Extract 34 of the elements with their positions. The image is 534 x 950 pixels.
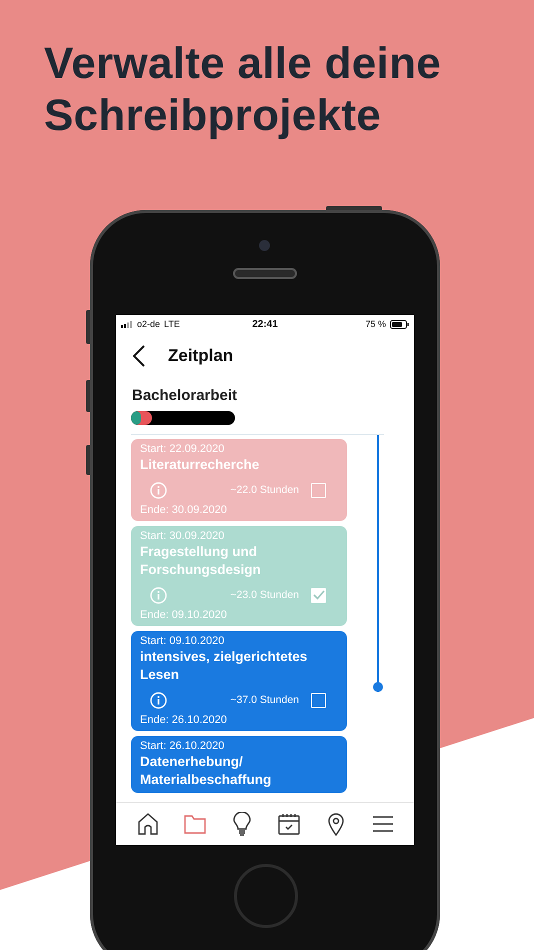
- hours-estimate: ~22.0 Stunden: [230, 484, 299, 496]
- start-date: Start: 09.10.2020: [140, 635, 224, 648]
- camera-icon: [259, 240, 270, 251]
- task-title: Datenerhebung/ Materialbeschaffung: [140, 753, 272, 789]
- screen-title: Zeitplan: [168, 346, 234, 366]
- carrier-label: o2-de: [137, 319, 160, 329]
- task-card[interactable]: Start: 09.10.2020 intensives, zielgerichtetes Lesen ~37.0 Stunden Ende: 26.10.2020: [131, 631, 347, 731]
- clock: 22:41: [252, 318, 278, 330]
- task-title: intensives, zielgerichtetes Lesen: [140, 648, 308, 684]
- end-date: Ende: 26.10.2020: [140, 714, 227, 727]
- task-title: Fragestellung und Forschungsdesign: [140, 543, 262, 579]
- task-title: Literaturrecherche: [140, 456, 260, 474]
- end-date: Ende: 09.10.2020: [140, 609, 227, 622]
- headline: Verwalte alle deine Schreibprojekte: [43, 38, 442, 142]
- battery-label: 75 %: [365, 319, 386, 329]
- start-date: Start: 26.10.2020: [140, 740, 224, 753]
- hours-estimate: ~23.0 Stunden: [230, 589, 299, 601]
- battery-icon: [390, 320, 409, 328]
- project-name: Bachelorarbeit: [131, 386, 238, 404]
- signal-icon: [121, 320, 133, 328]
- task-card[interactable]: Start: 26.10.2020 Datenerhebung/ Materialbeschaffung: [131, 736, 347, 793]
- home-tab[interactable]: [136, 812, 160, 836]
- end-date: Ende: 30.09.2020: [140, 504, 227, 517]
- info-icon[interactable]: [150, 692, 167, 708]
- speaker-icon: [233, 268, 297, 279]
- hours-estimate: ~37.0 Stunden: [230, 694, 299, 706]
- start-date: Start: 22.09.2020: [140, 443, 224, 456]
- checkbox[interactable]: [311, 588, 326, 602]
- checkbox[interactable]: [311, 482, 326, 498]
- network-label: LTE: [164, 319, 180, 329]
- calendar-tab[interactable]: [276, 812, 300, 836]
- back-icon[interactable]: [133, 345, 145, 367]
- checkbox[interactable]: [311, 692, 326, 708]
- start-date: Start: 30.09.2020: [140, 530, 224, 543]
